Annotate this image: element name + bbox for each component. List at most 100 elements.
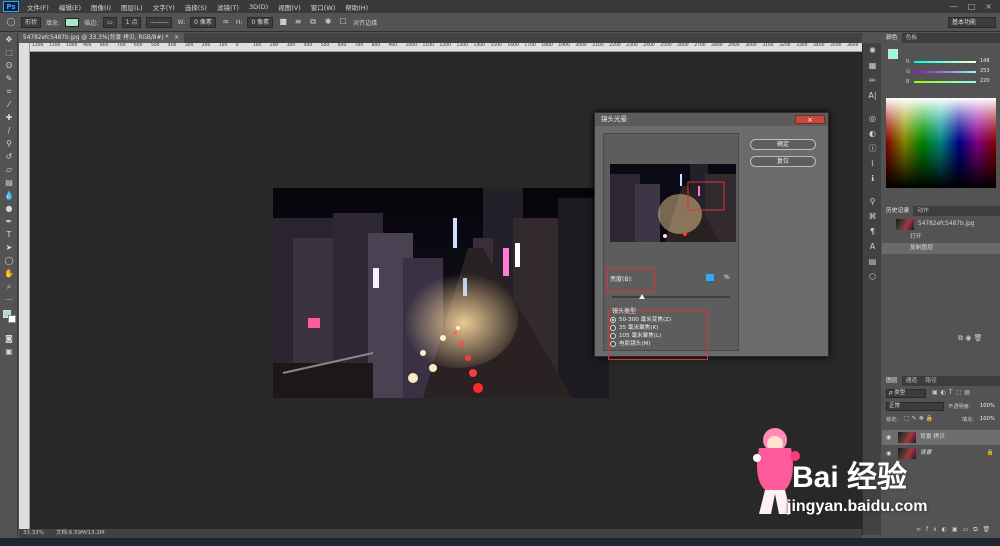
layer-row-background-copy[interactable]: ◉ 背景 拷贝	[882, 430, 1000, 445]
document-tab[interactable]: 54782efc5487b.jpg @ 33.3%(背景 拷贝, RGB/8#)…	[19, 33, 184, 43]
path-operations-icon[interactable]: ■	[278, 17, 288, 27]
pen-tool-icon[interactable]: ✒	[0, 215, 18, 228]
glyphs-icon[interactable]: A	[863, 239, 882, 254]
menu-select[interactable]: 选择(S)	[180, 2, 212, 12]
green-slider[interactable]: G 253	[906, 68, 996, 75]
move-tool-icon[interactable]: ✥	[0, 33, 18, 46]
layer-name[interactable]: 背景	[920, 450, 932, 456]
brightness-slider-thumb[interactable]	[638, 294, 645, 299]
eye-icon[interactable]: ◉	[886, 434, 893, 441]
gradient-tool-icon[interactable]: ▤	[0, 176, 18, 189]
fill-field[interactable]: 100%	[980, 416, 995, 422]
new-snapshot-icon[interactable]: ⧉	[958, 334, 963, 342]
flare-preview[interactable]	[610, 164, 736, 242]
brush-panel-icon[interactable]: ✏	[863, 73, 882, 88]
tab-color[interactable]: 颜色	[882, 33, 902, 43]
width-field[interactable]: 0 像素	[190, 16, 216, 28]
crop-tool-icon[interactable]: ⌗	[0, 85, 18, 98]
menu-window[interactable]: 窗口(W)	[306, 2, 341, 12]
radio-50-300[interactable]	[610, 316, 616, 323]
properties-icon[interactable]: ▦	[863, 58, 882, 73]
green-value[interactable]: 253	[980, 68, 990, 74]
hand-tool-icon[interactable]: ✋	[0, 267, 18, 280]
blue-value[interactable]: 220	[980, 78, 990, 84]
blur-tool-icon[interactable]: 💧	[0, 189, 18, 202]
quick-select-tool-icon[interactable]: ✎	[0, 72, 18, 85]
zoom-tool-icon[interactable]: ⌕	[0, 280, 18, 293]
brush-tool-icon[interactable]: /	[0, 124, 18, 137]
path-selection-tool-icon[interactable]: ➤	[0, 241, 18, 254]
zoom-level[interactable]: 33.33%	[23, 529, 44, 538]
workspace-select[interactable]: 基本功能	[948, 16, 996, 28]
lens-option-50-300[interactable]: 50-300 毫米变焦(Z)	[610, 315, 671, 323]
healing-brush-tool-icon[interactable]: ✚	[0, 111, 18, 124]
blend-mode-select[interactable]: 正常	[886, 402, 944, 411]
red-slider[interactable]: R 148	[906, 58, 996, 65]
menu-filter[interactable]: 滤镜(T)	[212, 2, 244, 12]
tab-paths[interactable]: 路径	[921, 376, 941, 386]
history-snapshot[interactable]: 54782efc5487b.jpg	[882, 216, 1000, 232]
character-icon[interactable]: A|	[863, 88, 882, 103]
lens-option-35[interactable]: 35 毫米聚焦(K)	[610, 323, 658, 331]
quick-mask-icon[interactable]: ◙	[0, 332, 18, 345]
dodge-tool-icon[interactable]: ●	[0, 202, 18, 215]
type-tool-icon[interactable]: T	[0, 228, 18, 241]
info-circle-icon[interactable]: ℹ	[863, 171, 882, 186]
close-window-button[interactable]: ×	[985, 2, 992, 11]
screen-mode-icon[interactable]: ▣	[0, 345, 18, 358]
shape-mode-select[interactable]: 形状	[21, 16, 42, 28]
tab-swatches[interactable]: 色板	[902, 33, 922, 43]
ok-button[interactable]: 确定	[750, 139, 816, 150]
radio-35[interactable]	[610, 324, 616, 331]
marquee-tool-icon[interactable]: ⬚	[0, 46, 18, 59]
menu-image[interactable]: 图像(I)	[86, 2, 116, 12]
tab-layers[interactable]: 图层	[882, 376, 902, 386]
history-item-open[interactable]: 打开	[882, 232, 1000, 243]
clone-stamp-tool-icon[interactable]: ⚲	[0, 137, 18, 150]
fill-swatch[interactable]	[65, 17, 80, 27]
maximize-button[interactable]: □	[968, 2, 976, 11]
color-fg-swatch[interactable]	[888, 49, 898, 59]
tab-actions[interactable]: 动作	[913, 206, 933, 216]
lasso-tool-icon[interactable]: ʘ	[0, 59, 18, 72]
eyedropper-tool-icon[interactable]: ⁄	[0, 98, 18, 111]
opacity-field[interactable]: 100%	[980, 403, 995, 409]
lens-option-movie[interactable]: 电影镜头(M)	[610, 339, 651, 347]
height-field[interactable]: 0 像素	[247, 16, 274, 28]
menu-help[interactable]: 帮助(H)	[340, 2, 373, 12]
paths-icon[interactable]: ⌇	[863, 156, 882, 171]
brightness-value-field[interactable]	[706, 274, 714, 281]
reset-button[interactable]: 复位	[750, 156, 816, 167]
align-edges-checkbox[interactable]: ☐	[338, 17, 348, 27]
document-size-info[interactable]: 文档:6.59M/13.2M	[56, 529, 105, 538]
stroke-swatch[interactable]: ▭	[103, 16, 117, 28]
radio-movie[interactable]	[610, 340, 616, 347]
stroke-width-field[interactable]: 1 点	[121, 16, 142, 28]
menu-file[interactable]: 文件(F)	[22, 2, 54, 12]
gear-icon[interactable]: ✱	[323, 17, 333, 27]
path-arrangement-icon[interactable]: ⧉	[308, 17, 318, 27]
background-color-swatch[interactable]	[8, 315, 16, 323]
menu-layer[interactable]: 图层(L)	[116, 2, 148, 12]
styles-icon[interactable]: ◐	[863, 126, 882, 141]
red-slider-bar[interactable]	[914, 61, 976, 63]
history-brush-tool-icon[interactable]: ↺	[0, 150, 18, 163]
blue-slider[interactable]: B 220	[906, 78, 996, 85]
green-slider-bar[interactable]	[914, 71, 976, 73]
document-image[interactable]	[273, 188, 609, 398]
layer-name[interactable]: 背景 拷贝	[920, 434, 945, 440]
trash-icon[interactable]: 🗑	[974, 334, 983, 342]
color-spectrum[interactable]	[886, 98, 996, 188]
tool-presets-icon[interactable]: ⌘	[863, 209, 882, 224]
history-item-duplicate-layer[interactable]: 复制图层	[882, 243, 1000, 254]
minimize-button[interactable]: —	[950, 2, 958, 11]
eraser-tool-icon[interactable]: ▱	[0, 163, 18, 176]
lock-icons[interactable]: ⬚✎✥🔒	[904, 415, 935, 422]
3d-icon[interactable]: ⬡	[863, 269, 882, 284]
menu-view[interactable]: 视图(V)	[273, 2, 306, 12]
sun-icon[interactable]: ✺	[863, 43, 882, 58]
camera-icon[interactable]: ◉	[965, 334, 971, 342]
layer-comps-icon[interactable]: ▤	[863, 254, 882, 269]
info-icon[interactable]: ⓘ	[863, 141, 882, 156]
more-tools-icon[interactable]: ⋯	[0, 293, 18, 306]
